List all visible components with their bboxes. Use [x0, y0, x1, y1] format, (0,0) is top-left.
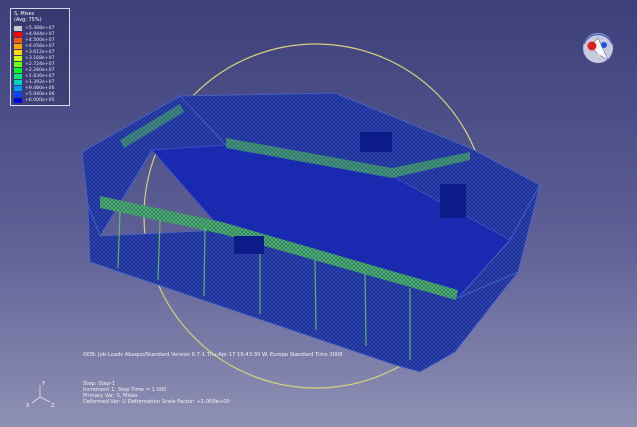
legend-row: +4.056e+07 [14, 44, 55, 50]
legend-swatch [14, 32, 22, 38]
legend-swatch [14, 80, 22, 86]
triad-label-x: X [26, 403, 30, 409]
legend-swatch [14, 50, 22, 56]
viewport[interactable]: Y X Z [0, 0, 637, 427]
legend-subtitle: (Avg: 75%) [14, 17, 42, 23]
legend-swatch [14, 86, 22, 92]
triad-label-z: Z [51, 403, 55, 409]
legend-swatch [14, 62, 22, 68]
legend-value: +2.724e+07 [25, 62, 55, 68]
low-stress-patch [360, 132, 392, 152]
legend-row: +6.000e+05 [14, 98, 55, 104]
legend-value: +2.280e+07 [25, 68, 55, 74]
low-stress-patch [440, 184, 466, 218]
legend-row: +4.500e+07 [14, 38, 55, 44]
legend-row: +5.040e+06 [14, 92, 55, 98]
legend-row: +2.280e+07 [14, 68, 55, 74]
legend-row: +1.836e+07 [14, 74, 55, 80]
legend-value: +5.040e+06 [25, 92, 55, 98]
legend-value: +5.388e+07 [25, 26, 55, 32]
legend-value: +1.836e+07 [25, 74, 55, 80]
legend-value: +4.500e+07 [25, 38, 55, 44]
legend-value: +9.480e+06 [25, 86, 55, 92]
legend-value: +6.000e+05 [25, 98, 55, 104]
legend-swatch [14, 56, 22, 62]
legend-row: +5.388e+07 [14, 26, 55, 32]
legend-value: +1.392e+07 [25, 80, 55, 86]
odb-info: ODB: Job-Loads Abaqus/Standard Version 6… [83, 352, 343, 358]
legend-row: +2.724e+07 [14, 62, 55, 68]
legend-swatch [14, 74, 22, 80]
legend-row: +4.944e+07 [14, 32, 55, 38]
triad-label-y: Y [41, 381, 46, 387]
low-stress-patch [234, 236, 264, 254]
legend-swatch [14, 38, 22, 44]
legend-swatch [14, 68, 22, 74]
legend-swatch [14, 26, 22, 32]
legend-value: +3.612e+07 [25, 50, 55, 56]
legend-row: +3.168e+07 [14, 56, 55, 62]
legend-swatch [14, 44, 22, 50]
legend-value: +4.944e+07 [25, 32, 55, 38]
legend-row: +1.392e+07 [14, 80, 55, 86]
legend-row: +9.480e+06 [14, 86, 55, 92]
legend-row: +3.612e+07 [14, 50, 55, 56]
view-manipulator-icon[interactable] [583, 33, 613, 63]
axis-triad-icon: Y X Z [26, 381, 55, 409]
fea-model[interactable] [81, 92, 541, 373]
deformed-var-info: Deformed Var: U Deformation Scale Factor… [83, 399, 230, 405]
legend-swatch [14, 98, 22, 104]
contour-legend: S, Mises (Avg: 75%) +5.388e+07 +4.944e+07… [10, 8, 70, 106]
legend-swatch [14, 92, 22, 98]
legend-value: +3.168e+07 [25, 56, 55, 62]
legend-value: +4.056e+07 [25, 44, 55, 50]
